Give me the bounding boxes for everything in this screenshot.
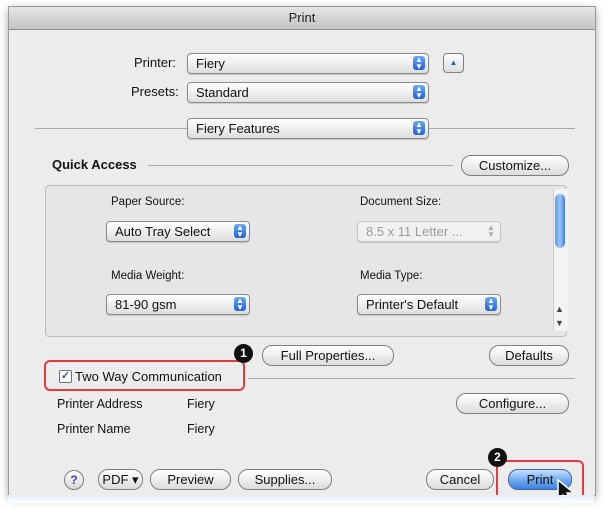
- scroll-up-icon[interactable]: ▲: [555, 304, 564, 314]
- presets-label: Presets:: [131, 84, 179, 99]
- help-button[interactable]: ?: [64, 470, 84, 490]
- popup-arrows-icon: ▲ ▼: [487, 223, 495, 239]
- full-properties-button[interactable]: Full Properties...: [262, 345, 394, 366]
- preview-button[interactable]: Preview: [150, 469, 231, 490]
- cancel-button[interactable]: Cancel: [426, 469, 494, 490]
- popup-arrows-icon: ▲ ▼: [234, 224, 246, 239]
- media-weight-popup[interactable]: 81-90 gsm ▲ ▼: [106, 294, 250, 315]
- printer-name-value: Fiery: [187, 422, 215, 436]
- paper-source-label: Paper Source:: [111, 196, 185, 208]
- presets-popup[interactable]: Standard ▲ ▼: [187, 82, 429, 103]
- panel-value: Fiery Features: [196, 121, 280, 136]
- presets-value: Standard: [196, 85, 249, 100]
- popup-arrows-icon: ▲ ▼: [485, 297, 497, 312]
- disclosure-triangle-icon[interactable]: ▲: [443, 53, 464, 73]
- printer-value: Fiery: [196, 56, 225, 71]
- quick-access-heading: Quick Access: [52, 157, 137, 172]
- defaults-button[interactable]: Defaults: [489, 345, 569, 366]
- printer-address-label: Printer Address: [57, 397, 143, 411]
- supplies-button[interactable]: Supplies...: [238, 469, 332, 490]
- printer-name-label: Printer Name: [57, 422, 131, 436]
- media-type-popup[interactable]: Printer's Default ▲ ▼: [357, 294, 501, 315]
- media-weight-label: Media Weight:: [111, 270, 185, 282]
- popup-arrows-icon: ▲ ▼: [413, 56, 425, 71]
- popup-arrows-icon: ▲ ▼: [413, 121, 425, 136]
- popup-arrows-icon: ▲ ▼: [413, 85, 425, 100]
- paper-source-value: Auto Tray Select: [115, 224, 211, 239]
- separator: [248, 378, 575, 379]
- callout-badge-one: 1: [234, 344, 253, 363]
- document-size-popup[interactable]: 8.5 x 11 Letter ... ▲ ▼: [357, 221, 501, 242]
- printer-popup[interactable]: Fiery ▲ ▼: [187, 53, 429, 74]
- popup-arrows-icon: ▲ ▼: [234, 297, 246, 312]
- pdf-button[interactable]: PDF ▾: [98, 469, 143, 490]
- media-type-value: Printer's Default: [366, 297, 459, 312]
- separator: [148, 165, 453, 166]
- document-size-label: Document Size:: [360, 196, 442, 208]
- scrollbar-thumb[interactable]: [555, 194, 565, 248]
- dialog-title: Print: [9, 7, 595, 30]
- panel-popup[interactable]: Fiery Features ▲ ▼: [187, 118, 429, 139]
- printer-address-value: Fiery: [187, 397, 215, 411]
- callout-badge-two: 2: [488, 448, 507, 467]
- document-size-value: 8.5 x 11 Letter ...: [366, 224, 463, 239]
- bottom-edge: [8, 495, 594, 503]
- media-weight-value: 81-90 gsm: [115, 297, 177, 312]
- media-type-label: Media Type:: [360, 270, 423, 282]
- printer-label: Printer:: [134, 55, 176, 70]
- callout-box-two-way: [44, 360, 245, 391]
- customize-button[interactable]: Customize...: [461, 155, 569, 176]
- scroll-down-icon[interactable]: ▼: [555, 318, 564, 328]
- configure-button[interactable]: Configure...: [456, 393, 569, 414]
- paper-source-popup[interactable]: Auto Tray Select ▲ ▼: [106, 221, 250, 242]
